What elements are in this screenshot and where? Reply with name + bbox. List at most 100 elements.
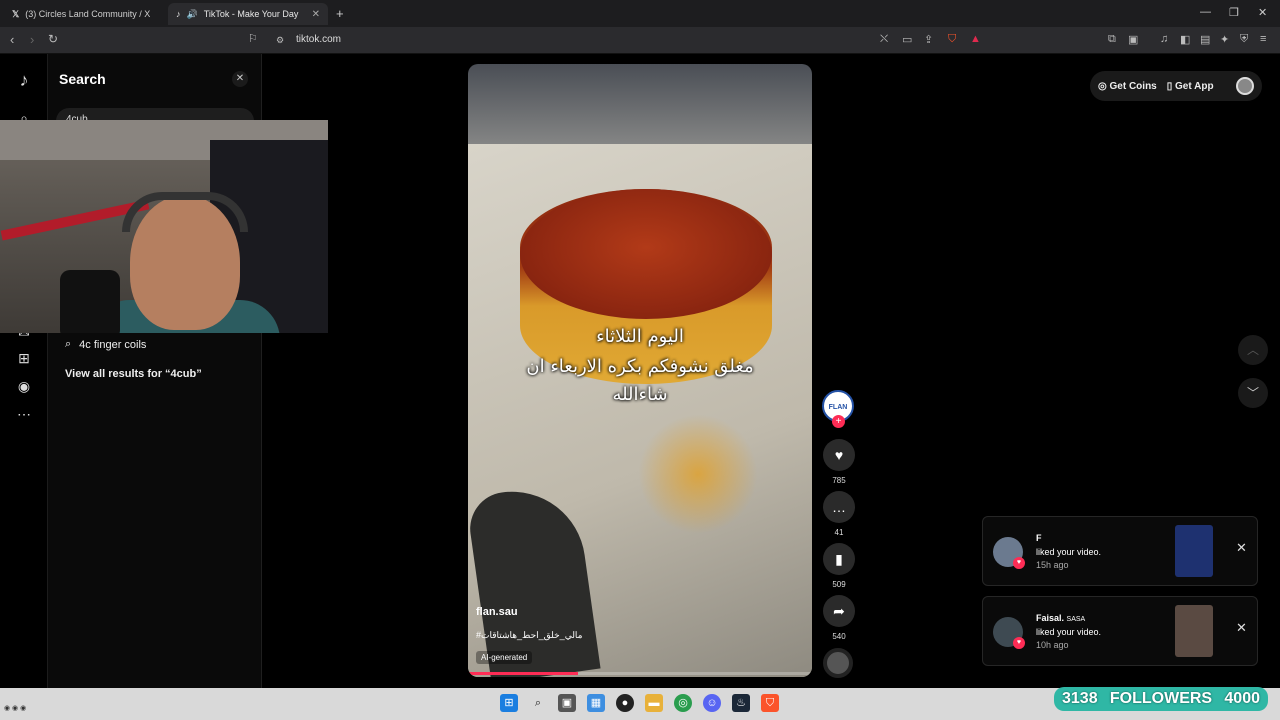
- search-panel-title: Search: [59, 71, 106, 87]
- video-player[interactable]: اليوم الثلاثاء مغلق نشوفكم بكره الاربعاء…: [468, 64, 812, 677]
- video-thumbnail: [1175, 525, 1213, 577]
- steam-icon[interactable]: ♨: [732, 694, 750, 712]
- leo-ai-icon[interactable]: ✦: [1220, 33, 1229, 46]
- comment-button[interactable]: …: [823, 491, 855, 523]
- brave-shield-icon[interactable]: ⛉: [948, 33, 956, 46]
- speaker-icon: 🔊: [186, 8, 198, 19]
- brave-rewards-icon[interactable]: ▲: [970, 33, 981, 45]
- more-icon[interactable]: ⋯: [14, 406, 34, 426]
- get-coins-button[interactable]: ◎ Get Coins: [1098, 81, 1157, 92]
- video-flan-top: [520, 189, 772, 319]
- video-caption-line-1: اليوم الثلاثاء: [596, 326, 684, 347]
- video-hashtags[interactable]: #مالي_خلق_احط_هاشتاقات: [476, 630, 583, 641]
- browser-tab-bar: 𝕏 (3) Circles Land Community / X ♪ 🔊 Tik…: [0, 0, 1280, 27]
- video-caption-line-3: شاءالله: [612, 384, 668, 405]
- share-arrow-icon: ➦: [833, 603, 845, 619]
- follower-goal-badge: 3138 FOLLOWERS 4000: [1054, 687, 1268, 711]
- scroll-up-button[interactable]: ︿: [1238, 335, 1268, 365]
- close-icon[interactable]: ✕: [1236, 540, 1247, 556]
- like-count: 785: [832, 476, 846, 485]
- get-app-label: Get App: [1175, 80, 1214, 92]
- share-button[interactable]: ➦: [823, 595, 855, 627]
- store-icon[interactable]: ▦: [587, 694, 605, 712]
- notification-time: 10h ago: [1036, 640, 1069, 650]
- close-icon[interactable]: ✕: [1236, 620, 1247, 636]
- start-icon[interactable]: ⊞: [500, 694, 518, 712]
- reload-icon[interactable]: ↻: [48, 32, 58, 46]
- search-icon: ⌕: [65, 338, 72, 350]
- video-progress-bar[interactable]: [468, 672, 812, 675]
- tab-tiktok[interactable]: ♪ 🔊 TikTok - Make Your Day ✕: [168, 3, 328, 25]
- comment-icon: …: [832, 499, 846, 515]
- search-suggestion[interactable]: ⌕ 4c finger coils: [65, 338, 146, 351]
- suggestion-text: 4c finger coils: [79, 338, 147, 351]
- tab-x[interactable]: 𝕏 (3) Circles Land Community / X: [4, 3, 166, 25]
- extensions-icon[interactable]: ⧉: [1108, 33, 1116, 46]
- like-button[interactable]: ♥: [823, 439, 855, 471]
- get-coins-label: Get Coins: [1109, 80, 1157, 92]
- notification-card[interactable]: ♥ F liked your video. 15h ago ✕: [982, 516, 1258, 586]
- back-icon[interactable]: ‹: [10, 32, 14, 47]
- url-field[interactable]: tiktok.com: [296, 34, 341, 45]
- comment-count: 41: [834, 528, 844, 537]
- tiktok-logo-icon[interactable]: ♪: [14, 70, 34, 90]
- task-view-icon[interactable]: ▣: [558, 694, 576, 712]
- follower-label: FOLLOWERS: [1109, 690, 1213, 707]
- vpn-icon[interactable]: ⛨: [1240, 33, 1248, 46]
- wallet-icon[interactable]: ▤: [1200, 33, 1210, 46]
- tiktok-icon: ♪: [176, 9, 181, 19]
- notification-message: liked your video.: [1036, 627, 1102, 637]
- forward-icon[interactable]: ›: [30, 32, 34, 47]
- close-search-icon[interactable]: ✕: [232, 71, 248, 87]
- view-all-results-link[interactable]: View all results for “4cub”: [65, 368, 202, 380]
- webcam-overlay: [0, 120, 328, 333]
- menu-icon[interactable]: ≡: [1260, 33, 1266, 45]
- minimize-icon[interactable]: —: [1200, 6, 1211, 18]
- share-icon[interactable]: ⇪: [924, 33, 933, 46]
- save-count: 509: [832, 580, 846, 589]
- video-thumbnail: [1175, 605, 1213, 657]
- restore-icon[interactable]: ❐: [1229, 6, 1239, 19]
- heart-icon: ♥: [1013, 637, 1025, 649]
- phone-icon: ▯: [1166, 80, 1176, 92]
- obs-icon[interactable]: ●: [616, 694, 634, 712]
- no-translate-icon[interactable]: ⛌: [880, 33, 888, 46]
- media-icon[interactable]: ♫: [1160, 33, 1168, 45]
- sidebar-icon[interactable]: ◧: [1180, 33, 1190, 46]
- notification-card[interactable]: ♥ Faisal. SASA liked your video. 10h ago…: [982, 596, 1258, 666]
- video-caption-line-2: مغلق نشوفكم بكره الاربعاء ان: [526, 356, 754, 377]
- topright-actions: ◎ Get Coins ▯ Get App: [1090, 71, 1262, 101]
- heart-icon: ♥: [834, 447, 844, 463]
- sound-disc-icon[interactable]: [823, 648, 853, 678]
- follow-plus-icon[interactable]: +: [832, 415, 845, 428]
- follower-goal: 4000: [1224, 690, 1260, 707]
- coin-icon: ◎: [1098, 80, 1110, 92]
- upload-icon[interactable]: ⊞: [14, 350, 34, 370]
- scroll-down-button[interactable]: ﹀: [1238, 378, 1268, 408]
- discord-icon[interactable]: ☺: [703, 694, 721, 712]
- cast-icon[interactable]: ▭: [902, 33, 912, 46]
- notifier-name: Faisal. SASA: [1036, 613, 1086, 623]
- folder-icon[interactable]: ▬: [645, 694, 663, 712]
- tab-title: (3) Circles Land Community / X: [25, 9, 151, 19]
- ai-generated-label: AI-generated: [476, 651, 533, 664]
- notifier-name: F: [1036, 533, 1042, 543]
- heart-icon: ♥: [1013, 557, 1025, 569]
- bookmark-icon[interactable]: ⚐: [248, 32, 258, 45]
- share-count: 540: [832, 632, 846, 641]
- close-window-icon[interactable]: ✕: [1258, 6, 1267, 19]
- close-tab-icon[interactable]: ✕: [312, 9, 320, 20]
- chrome-icon[interactable]: ◎: [674, 694, 692, 712]
- new-tab-button[interactable]: +: [336, 6, 344, 21]
- notification-message: liked your video.: [1036, 547, 1102, 557]
- site-info-icon[interactable]: ⚙: [276, 35, 284, 46]
- save-button[interactable]: ▮: [823, 543, 855, 575]
- get-app-button[interactable]: ▯ Get App: [1167, 81, 1214, 92]
- brave-icon[interactable]: ⛉: [761, 694, 779, 712]
- search-icon[interactable]: ⌕: [529, 694, 547, 712]
- tab-search-icon[interactable]: ▣: [1128, 33, 1138, 46]
- profile-avatar[interactable]: [1236, 77, 1254, 95]
- video-author[interactable]: flan.sau: [476, 606, 518, 618]
- headphones: [122, 192, 248, 232]
- profile-icon[interactable]: ◉: [14, 378, 34, 398]
